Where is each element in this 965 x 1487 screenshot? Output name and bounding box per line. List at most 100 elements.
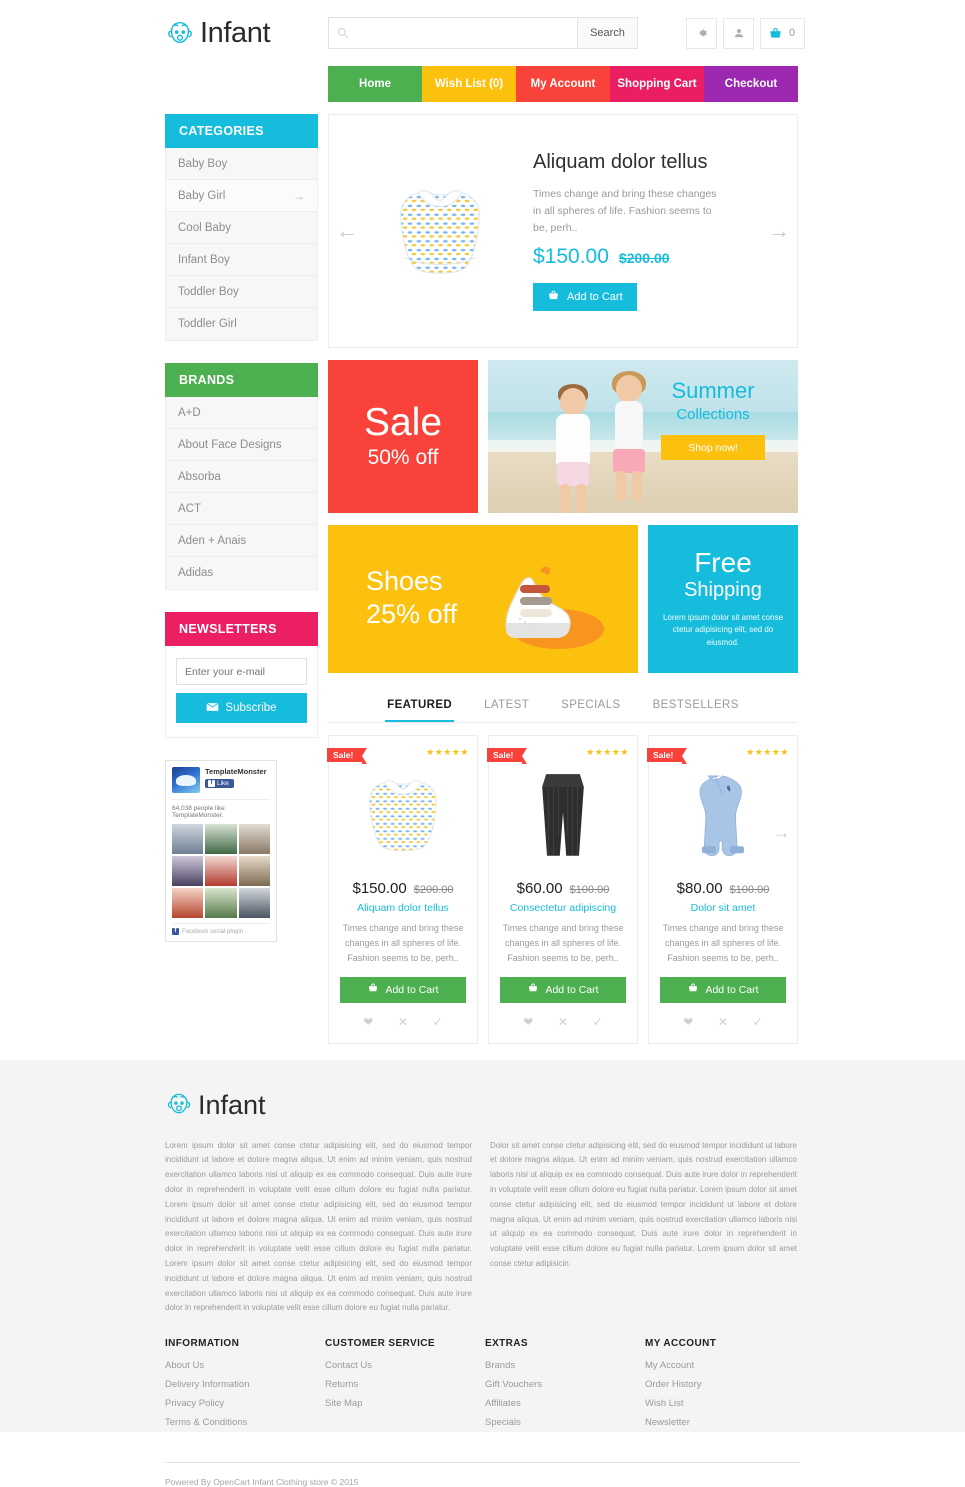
product-image[interactable] — [659, 760, 787, 870]
site-logo[interactable]: Infant — [165, 17, 328, 50]
gear-icon[interactable] — [686, 17, 717, 49]
wishlist-heart-icon[interactable]: ❤ — [363, 1015, 373, 1029]
facebook-f-icon: f — [208, 780, 215, 787]
facebook-like-button[interactable]: f Like — [205, 779, 234, 788]
footer-link-specials[interactable]: Specials — [485, 1417, 645, 1428]
brand-item-a-d[interactable]: A+D — [166, 397, 317, 429]
add-to-cart-button[interactable]: Add to Cart — [340, 976, 466, 1003]
sidebar-item-label: Baby Girl — [178, 189, 226, 202]
footer-link-delivery-information[interactable]: Delivery Information — [165, 1379, 325, 1390]
subscribe-button[interactable]: Subscribe — [176, 693, 307, 723]
sidebar-item-infant-boy[interactable]: Infant Boy — [166, 244, 317, 276]
brand-item-about-face-designs[interactable]: About Face Designs — [166, 429, 317, 461]
search-input[interactable] — [349, 27, 569, 39]
newsletter-email-input[interactable] — [176, 658, 307, 685]
tab-specials[interactable]: SPECIALS — [559, 691, 622, 722]
sidebar-item-toddler-boy[interactable]: Toddler Boy — [166, 276, 317, 308]
nav-item-checkout[interactable]: Checkout — [704, 66, 798, 102]
product-name[interactable]: Consectetur adipiscing — [499, 902, 627, 914]
footer-column-customer-service: CUSTOMER SERVICE Contact Us Returns Site… — [325, 1338, 485, 1436]
footer-link-returns[interactable]: Returns — [325, 1379, 485, 1390]
summer-banner-subtitle: Collections — [676, 406, 750, 423]
search-button[interactable]: Search — [578, 17, 638, 49]
sidebar-item-baby-boy[interactable]: Baby Boy — [166, 148, 317, 180]
subscribe-label: Subscribe — [225, 702, 277, 714]
avatar — [205, 888, 237, 918]
footer-link-brands[interactable]: Brands — [485, 1360, 645, 1371]
product-card: Sale! ★★★★★ $150.00 $200.00 Aliquam dolo… — [327, 735, 478, 1044]
cart-icon[interactable]: 0 — [760, 17, 806, 49]
nav-item-wish-list[interactable]: Wish List (0) — [422, 66, 516, 102]
footer-link-order-history[interactable]: Order History — [645, 1379, 805, 1390]
shoes-banner[interactable]: Shoes 25% off — [328, 525, 638, 673]
body-wrapper: CATEGORIES Baby Boy Baby Girl → Cool Baby… — [0, 114, 965, 1044]
rating-stars: ★★★★★ — [586, 747, 629, 757]
footer-link-about-us[interactable]: About Us — [165, 1360, 325, 1371]
footer-link-wish-list[interactable]: Wish List — [645, 1398, 805, 1409]
product-name[interactable]: Aliquam dolor tellus — [339, 902, 467, 914]
newsletter-body: Subscribe — [165, 646, 318, 738]
tab-latest[interactable]: LATEST — [482, 691, 531, 722]
carousel-add-to-cart-button[interactable]: Add to Cart — [533, 283, 637, 312]
footer-link-terms-conditions[interactable]: Terms & Conditions — [165, 1417, 325, 1428]
product-price-new: $80.00 — [676, 880, 723, 897]
carousel-next-arrow[interactable]: → — [761, 218, 797, 244]
nav-item-shopping-cart[interactable]: Shopping Cart — [610, 66, 704, 102]
wishlist-heart-icon[interactable]: ❤ — [523, 1015, 533, 1029]
product-image[interactable] — [499, 760, 627, 870]
quickview-check-icon[interactable]: ✓ — [593, 1015, 603, 1029]
product-price-old: $100.00 — [569, 884, 610, 896]
carousel-product-image — [365, 177, 515, 285]
compare-icon[interactable]: ✕ — [398, 1015, 408, 1029]
newsletter-header: NEWSLETTERS — [165, 612, 318, 646]
footer-link-gift-vouchers[interactable]: Gift Vouchers — [485, 1379, 645, 1390]
compare-icon[interactable]: ✕ — [718, 1015, 728, 1029]
add-to-cart-button[interactable]: Add to Cart — [660, 976, 786, 1003]
footer-logo[interactable]: Infant — [165, 1090, 965, 1121]
brand-item-adidas[interactable]: Adidas — [166, 557, 317, 589]
wishlist-heart-icon[interactable]: ❤ — [683, 1015, 693, 1029]
carousel-info: Aliquam dolor tellus Times change and br… — [515, 151, 761, 312]
quickview-check-icon[interactable]: ✓ — [753, 1015, 763, 1029]
carousel-prev-arrow[interactable]: ← — [329, 218, 365, 244]
product-image[interactable] — [339, 760, 467, 870]
sidebar-item-cool-baby[interactable]: Cool Baby — [166, 212, 317, 244]
brand-item-absorba[interactable]: Absorba — [166, 461, 317, 493]
sidebar-item-baby-girl[interactable]: Baby Girl → — [166, 180, 317, 212]
sale-banner[interactable]: Sale 50% off — [328, 360, 478, 513]
footer-link-newsletter[interactable]: Newsletter — [645, 1417, 805, 1428]
add-to-cart-label: Add to Cart — [545, 983, 599, 996]
footer-heading: CUSTOMER SERVICE — [325, 1338, 435, 1350]
add-to-cart-button[interactable]: Add to Cart — [500, 976, 626, 1003]
footer-link-contact-us[interactable]: Contact Us — [325, 1360, 485, 1371]
free-shipping-banner[interactable]: Free Shipping Lorem ipsum dolor sit amet… — [648, 525, 798, 673]
avatar — [238, 888, 270, 918]
user-icon[interactable] — [723, 17, 754, 49]
cart-icon — [527, 982, 539, 997]
banner-row-two: Shoes 25% off Free Shipping Lorem ipsum … — [328, 525, 798, 673]
product-name[interactable]: Dolor sit amet — [659, 902, 787, 914]
categories-list: Baby Boy Baby Girl → Cool Baby Infant Boy… — [165, 148, 318, 341]
summer-collections-banner[interactable]: Summer Collections Shop now! — [488, 360, 798, 513]
product-carousel-next[interactable]: → — [773, 823, 790, 843]
baby-face-icon — [165, 18, 195, 48]
brand-item-aden-anais[interactable]: Aden + Anais — [166, 525, 317, 557]
avatar — [172, 888, 204, 918]
compare-icon[interactable]: ✕ — [558, 1015, 568, 1029]
facebook-plugin-footer: f Facebook social plugin — [172, 923, 270, 935]
tab-bestsellers[interactable]: BESTSELLERS — [651, 691, 741, 722]
search-input-container[interactable] — [328, 17, 578, 49]
product-price-group: $150.00 $200.00 — [339, 880, 467, 897]
tab-featured[interactable]: FEATURED — [385, 691, 455, 722]
footer-link-my-account[interactable]: My Account — [645, 1360, 805, 1371]
nav-item-home[interactable]: Home — [328, 66, 422, 102]
brand-item-act[interactable]: ACT — [166, 493, 317, 525]
avatar — [205, 824, 237, 854]
footer-link-site-map[interactable]: Site Map — [325, 1398, 485, 1409]
nav-item-my-account[interactable]: My Account — [516, 66, 610, 102]
shop-now-button[interactable]: Shop now! — [661, 435, 765, 460]
footer-link-affiliates[interactable]: Affiliates — [485, 1398, 645, 1409]
sidebar-item-toddler-girl[interactable]: Toddler Girl — [166, 308, 317, 340]
footer-link-privacy-policy[interactable]: Privacy Policy — [165, 1398, 325, 1409]
quickview-check-icon[interactable]: ✓ — [433, 1015, 443, 1029]
